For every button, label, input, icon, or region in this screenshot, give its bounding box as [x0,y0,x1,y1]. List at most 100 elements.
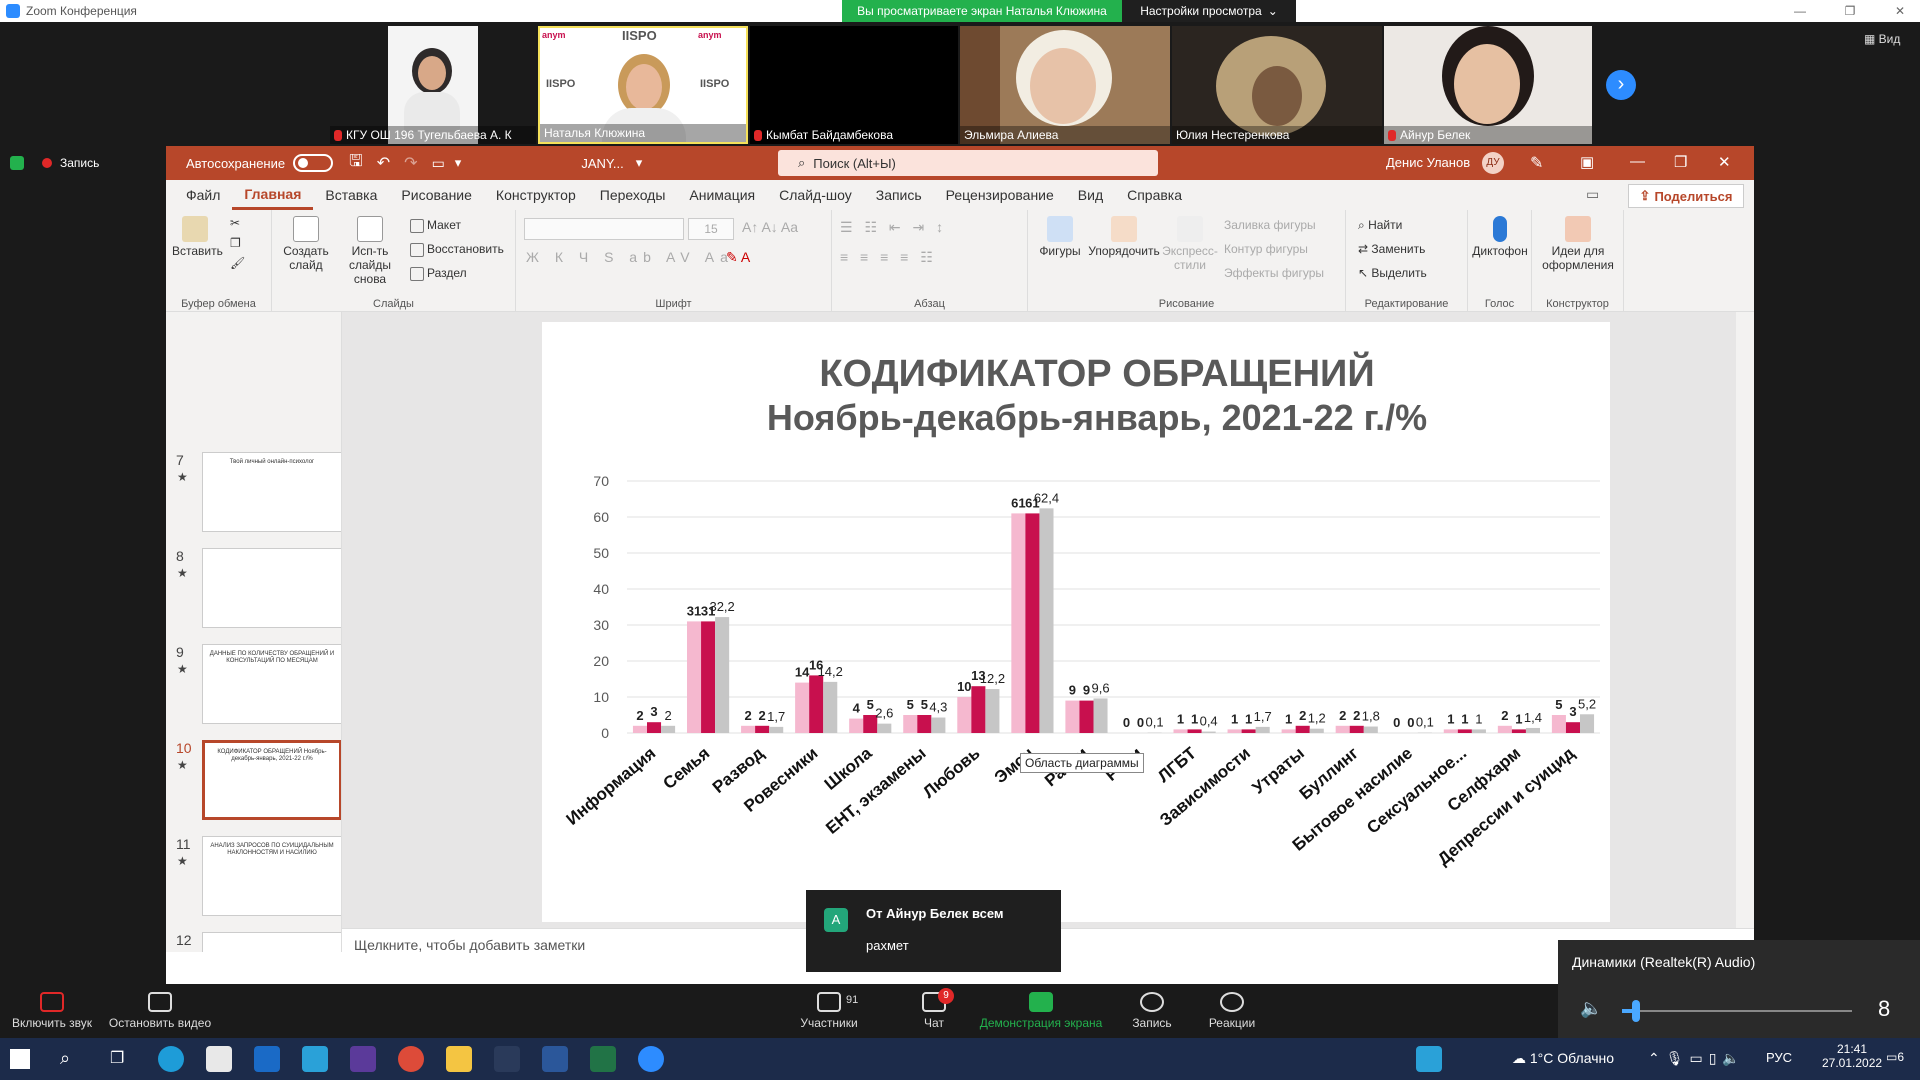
tab-4[interactable]: Конструктор [484,180,588,210]
share-button[interactable]: ⇪ Поделиться [1628,184,1744,208]
vertical-scrollbar[interactable] [1736,312,1754,928]
close-icon[interactable]: ✕ [1718,153,1731,171]
tab-11[interactable]: Справка [1115,180,1194,210]
tab-8[interactable]: Запись [864,180,934,210]
notifications-icon[interactable]: ▭6 [1886,1050,1904,1064]
undo-icon[interactable]: ↶ [377,153,390,173]
task-view-icon[interactable]: ❐ [110,1048,124,1068]
mail-icon[interactable] [254,1046,280,1072]
select-button[interactable]: ↖ Выделить [1358,266,1427,280]
word-icon[interactable] [542,1046,568,1072]
tab-1[interactable]: Главная [232,180,314,210]
restore-icon[interactable]: ❐ [1674,153,1687,171]
tab-3[interactable]: Рисование [389,180,484,210]
cut-icon[interactable]: ✂ [230,216,240,230]
search-box[interactable]: ⌕ Поиск (Alt+Ы) [778,150,1158,176]
stop-video-button[interactable]: Остановить видео [108,992,212,1030]
arrange-button[interactable]: Упорядочить [1088,216,1160,258]
paste-button[interactable]: Вставить [172,216,223,258]
copy-icon[interactable]: ❐ [230,236,241,250]
restore-button[interactable]: ❐ [1830,0,1870,22]
minimize-button[interactable]: — [1780,0,1820,22]
slide-thumbnail[interactable]: АНАЛИЗ ЗАПРОСОВ ПО СУИЦИДАЛЬНЫМ НАКЛОННО… [202,836,341,916]
font-format-icons[interactable]: Ж К Ч S ab AV Aa [526,250,734,264]
quick-styles-button[interactable]: Экспресс-стили [1162,216,1218,272]
tray-icons[interactable]: ⌃🎙▭▯🔈 [1648,1050,1746,1067]
record-button[interactable]: Запись [1126,992,1178,1030]
slide-thumbnail[interactable] [202,548,341,628]
participant-tile[interactable]: Кымбат Байдамбекова [750,26,958,144]
edge-icon[interactable] [158,1046,184,1072]
format-painter-icon[interactable]: 🖌 [230,256,245,270]
shape-outline-button[interactable]: Контур фигуры [1224,242,1308,256]
speaker-icon[interactable]: 🔈 [1580,998,1602,1019]
layout-button[interactable]: Макет [410,218,461,233]
participant-tile[interactable]: Айнур Белек [1384,26,1592,144]
redo-icon[interactable]: ↷ [404,153,417,173]
volume-thumb[interactable] [1631,1000,1640,1022]
file-explorer-icon[interactable] [446,1046,472,1072]
language-indicator[interactable]: РУС [1766,1050,1792,1065]
file-name[interactable]: JANY... [581,156,623,171]
shape-fill-button[interactable]: Заливка фигуры [1224,218,1316,232]
new-slide-button[interactable]: Создать слайд [278,216,334,272]
ribbon-display-icon[interactable]: ▣ [1580,153,1594,171]
tab-5[interactable]: Переходы [588,180,678,210]
participant-tile-active[interactable]: anym anym IISPO IISPO IISPO Наталья Клюж… [538,26,748,144]
slide-thumbnail[interactable] [202,932,341,952]
find-button[interactable]: ⌕ Найти [1358,218,1402,232]
section-button[interactable]: Раздел [410,266,467,281]
tab-0[interactable]: Файл [174,180,232,210]
participant-tile[interactable]: Эльмира Алиева [960,26,1170,144]
tab-7[interactable]: Слайд-шоу [767,180,864,210]
participant-tile[interactable]: Юлия Нестеренкова [1172,26,1382,144]
font-name-select[interactable] [524,218,684,240]
align-icons[interactable]: ≡ ≡ ≡ ≡ ☷ [840,250,937,264]
slide-thumbnail[interactable]: Твой личный онлайн-психолог [202,452,341,532]
excel-icon[interactable] [590,1046,616,1072]
volume-slider[interactable] [1622,1010,1852,1012]
tab-10[interactable]: Вид [1066,180,1115,210]
tab-9[interactable]: Рецензирование [934,180,1066,210]
windows-start-icon[interactable] [10,1049,30,1069]
lync-icon[interactable] [302,1046,328,1072]
save-icon[interactable]: 🖫 [349,150,363,177]
unmute-button[interactable]: Включить звук [10,992,94,1030]
shapes-button[interactable]: Фигуры [1036,216,1084,258]
slide-thumbnail[interactable]: КОДИФИКАТОР ОБРАЩЕНИЙ Ноябрь-декабрь-янв… [202,740,341,820]
reset-button[interactable]: Восстановить [410,242,504,257]
view-button[interactable]: ▦ Вид [1864,32,1900,46]
replace-button[interactable]: ⇄ Заменить [1358,242,1425,256]
reuse-slides-button[interactable]: Исп-ть слайды снова [338,216,402,286]
slide-canvas[interactable]: КОДИФИКАТОР ОБРАЩЕНИЙ Ноябрь-декабрь-янва… [542,322,1610,922]
view-options-button[interactable]: Настройки просмотра ⌄ [1122,0,1296,22]
dictate-button[interactable]: Диктофон [1472,216,1528,258]
share-screen-button[interactable]: Демонстрация экрана [976,992,1106,1030]
teams-icon[interactable] [350,1046,376,1072]
clock[interactable]: 21:41 27.01.2022 [1822,1042,1882,1070]
lync-tray-icon[interactable] [1416,1046,1442,1072]
bar-chart[interactable]: КОДИФИКАТОР ОБРАЩЕНИЙНоябрь-декабрь-янва… [542,322,1610,922]
chat-notification[interactable]: А От Айнур Белек всем рахмет [806,890,1061,972]
chevron-down-icon[interactable]: ▾ [636,155,643,171]
next-page-arrow-icon[interactable]: › [1606,70,1636,100]
designer-ideas-button[interactable]: Идеи для оформления [1536,216,1620,272]
user-name[interactable]: Денис Уланов [1386,155,1470,170]
weather-widget[interactable]: ☁ 1°C Облачно [1512,1050,1614,1067]
tab-2[interactable]: Вставка [313,180,389,210]
tab-6[interactable]: Анимация [677,180,767,210]
zoom-icon[interactable] [638,1046,664,1072]
search-icon[interactable]: ⌕ [60,1048,70,1069]
font-size-select[interactable]: 15 [688,218,734,240]
participant-tile[interactable]: КГУ ОШ 196 Тугельбаева А. К [330,26,536,144]
close-button[interactable]: ✕ [1880,0,1920,22]
grow-font-icon[interactable]: A↑ A↓ Aa [742,220,798,234]
shape-effects-button[interactable]: Эффекты фигуры [1224,266,1324,280]
reactions-button[interactable]: Реакции [1204,992,1260,1030]
customize-toolbar-icon[interactable]: ▾ [455,155,462,171]
user-avatar[interactable]: ДУ [1482,152,1504,174]
present-icon[interactable]: ▭ [432,155,445,172]
minimize-icon[interactable]: — [1630,153,1645,170]
comments-icon[interactable]: ▭ [1586,186,1599,203]
chrome-icon[interactable] [398,1046,424,1072]
